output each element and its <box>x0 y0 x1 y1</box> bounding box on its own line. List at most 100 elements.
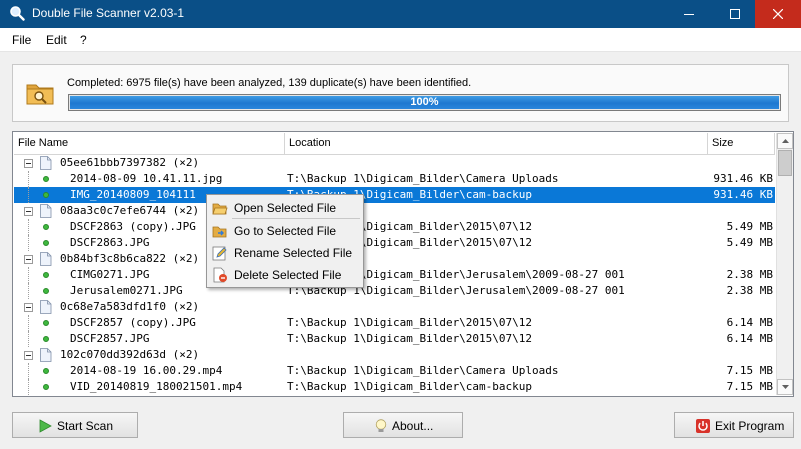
tree-line <box>28 315 29 331</box>
column-header-size[interactable]: Size <box>708 133 775 155</box>
file-status-dot-icon <box>43 384 49 390</box>
start-scan-label: Start Scan <box>57 419 114 433</box>
file-name-cell: DSCF2863.JPG <box>70 236 150 249</box>
vertical-scrollbar[interactable] <box>776 133 793 395</box>
file-row[interactable]: IMG_20140809_104111 T:\Backup 1\Digicam_B… <box>14 187 775 203</box>
file-name-cell: VID_20140819_180021501.mp4 <box>70 380 243 393</box>
menu-help[interactable]: ? <box>80 33 87 47</box>
size-cell: 5.49 MB <box>726 220 773 233</box>
file-row[interactable]: 2014-08-19 16.00.29.mp4 T:\Backup 1\Digic… <box>14 363 775 379</box>
file-name-cell: 08aa3c0c7efe6744 (×2) <box>60 204 200 217</box>
tree-connector <box>20 347 60 363</box>
group-row[interactable]: 0b84bf3c8b6ca822 (×2) <box>14 251 775 267</box>
power-icon <box>696 419 710 433</box>
size-cell: 7.15 MB <box>726 380 773 393</box>
goto-folder-icon <box>212 226 227 238</box>
column-header-file-name[interactable]: File Name <box>14 133 285 155</box>
list-header: File Name Location Size <box>14 133 775 155</box>
context-menu: Open Selected File Go to Selected File R… <box>206 194 364 288</box>
tree-connector <box>20 267 60 283</box>
group-row[interactable]: 0c68e7a583dfd1f0 (×2) <box>14 299 775 315</box>
file-row[interactable]: DSCF2863 (copy).JPG T:\Backup 1\Digicam_B… <box>14 219 775 235</box>
file-row[interactable]: CIMG0271.JPG T:\Backup 1\Digicam_Bilder\J… <box>14 267 775 283</box>
tree-connector <box>20 363 60 379</box>
file-row[interactable]: VID_20140819_180021501.mp4 T:\Backup 1\Di… <box>14 379 775 395</box>
tree-connector <box>20 315 60 331</box>
file-row[interactable]: DSCF2857 (copy).JPG T:\Backup 1\Digicam_B… <box>14 315 775 331</box>
file-name-cell: 0b84bf3c8b6ca822 (×2) <box>60 252 200 265</box>
tree-connector <box>20 283 60 299</box>
tree-line <box>28 283 29 299</box>
file-status-dot-icon <box>43 368 49 374</box>
file-name-cell: 2014-08-19 16.00.29.mp4 <box>70 364 223 377</box>
start-scan-button[interactable]: Start Scan <box>12 412 138 438</box>
tree-connector <box>20 171 60 187</box>
group-row[interactable]: 102c070dd392d63d (×2) <box>14 347 775 363</box>
file-row[interactable]: Jerusalem0271.JPG T:\Backup 1\Digicam_Bil… <box>14 283 775 299</box>
group-row[interactable]: 05ee61bbb7397382 (×2) <box>14 155 775 171</box>
file-row[interactable]: DSCF2863.JPG T:\Backup 1\Digicam_Bilder\2… <box>14 235 775 251</box>
scroll-down-button[interactable] <box>777 379 793 395</box>
tree-line <box>28 219 29 235</box>
file-status-dot-icon <box>43 320 49 326</box>
magnifier-icon <box>10 6 25 21</box>
collapse-toggle-icon[interactable] <box>24 255 33 264</box>
progress-bar: 100% <box>68 94 781 111</box>
context-goto-file[interactable]: Go to Selected File <box>209 220 361 242</box>
about-button[interactable]: About... <box>343 412 463 438</box>
collapse-toggle-icon[interactable] <box>24 351 33 360</box>
menu-file[interactable]: File <box>12 33 31 47</box>
document-icon <box>40 252 52 266</box>
file-row[interactable]: DSCF2857.JPG T:\Backup 1\Digicam_Bilder\2… <box>14 331 775 347</box>
size-cell: 6.14 MB <box>726 316 773 329</box>
delete-file-icon <box>213 267 227 283</box>
tree-line <box>28 379 29 395</box>
collapse-toggle-icon[interactable] <box>24 159 33 168</box>
context-goto-file-label: Go to Selected File <box>234 224 337 238</box>
file-name-cell: 0c68e7a583dfd1f0 (×2) <box>60 300 200 313</box>
lightbulb-icon <box>375 419 387 432</box>
context-open-file[interactable]: Open Selected File <box>209 197 361 219</box>
size-cell: 2.38 MB <box>726 284 773 297</box>
file-name-cell: CIMG0271.JPG <box>70 268 150 281</box>
exit-program-label: Exit Program <box>715 419 785 433</box>
column-header-location[interactable]: Location <box>285 133 708 155</box>
duplicates-list[interactable]: File Name Location Size 05ee61bbb7397382… <box>12 131 794 397</box>
close-icon <box>773 9 783 19</box>
collapse-toggle-icon[interactable] <box>24 207 33 216</box>
tree-line <box>28 331 29 347</box>
file-status-dot-icon <box>43 192 49 198</box>
maximize-button[interactable] <box>712 0 758 28</box>
file-row[interactable]: 2014-08-09 10.41.11.jpg T:\Backup 1\Digic… <box>14 171 775 187</box>
arrow-down-icon <box>781 385 789 389</box>
document-icon <box>40 300 52 314</box>
group-row[interactable]: 08aa3c0c7efe6744 (×2) <box>14 203 775 219</box>
window-title: Double File Scanner v2.03-1 <box>32 6 185 20</box>
file-status-dot-icon <box>43 336 49 342</box>
scroll-thumb[interactable] <box>778 150 792 176</box>
context-delete-file[interactable]: Delete Selected File <box>209 264 361 286</box>
minimize-button[interactable] <box>666 0 712 28</box>
menu-bar: File Edit ? <box>0 28 801 52</box>
tree-line <box>28 171 29 187</box>
menu-edit[interactable]: Edit <box>46 33 67 47</box>
play-icon <box>39 419 52 433</box>
exit-program-button[interactable]: Exit Program <box>674 412 794 438</box>
size-cell: 2.38 MB <box>726 268 773 281</box>
context-rename-file[interactable]: Rename Selected File <box>209 242 361 264</box>
file-name-cell: 05ee61bbb7397382 (×2) <box>60 156 200 169</box>
tree-connector <box>20 235 60 251</box>
list-rows: 05ee61bbb7397382 (×2) 2014-08-09 10.41.11… <box>14 155 775 396</box>
context-open-file-label: Open Selected File <box>234 201 337 215</box>
scroll-up-button[interactable] <box>777 133 793 149</box>
document-icon <box>40 348 52 362</box>
tree-line <box>28 235 29 251</box>
collapse-toggle-icon[interactable] <box>24 303 33 312</box>
tree-connector <box>20 331 60 347</box>
status-message: Completed: 6975 file(s) have been analyz… <box>67 77 472 89</box>
size-cell: 5.49 MB <box>726 236 773 249</box>
tree-line <box>28 363 29 379</box>
open-folder-icon <box>212 203 228 215</box>
close-button[interactable] <box>755 0 801 28</box>
tree-connector <box>20 299 60 315</box>
